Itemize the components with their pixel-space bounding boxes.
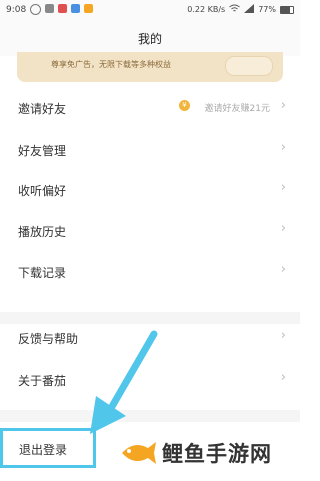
- page-title-bar: 我的: [0, 22, 300, 56]
- menu-item-label: 关于番茄: [18, 374, 67, 388]
- status-app-icons: [30, 4, 93, 15]
- menu-item-label: 邀请好友: [18, 102, 67, 116]
- app-icon: [71, 4, 80, 13]
- invite-reward-text: 邀请好友赚21元: [204, 104, 270, 114]
- status-bar: 9:08 0.22 KB/s 77%: [0, 0, 300, 22]
- coin-icon: ¥: [179, 100, 190, 111]
- menu-item-label: 播放历史: [18, 225, 67, 239]
- chevron-right-icon: ›: [280, 221, 286, 236]
- chevron-right-icon: ›: [280, 328, 286, 343]
- pointer-arrow-icon: [90, 330, 158, 434]
- menu-item-listening-preference[interactable]: 收听偏好 ›: [0, 170, 300, 210]
- vip-banner[interactable]: 尊享免广告，无限下载等多种权益: [17, 52, 283, 82]
- menu-item-download-records[interactable]: 下载记录 ›: [0, 252, 300, 292]
- menu-item-invite-friends[interactable]: 邀请好友 ¥ 邀请好友赚21元 ›: [0, 88, 300, 128]
- vip-banner-button[interactable]: [225, 56, 273, 76]
- chevron-right-icon: ›: [280, 262, 286, 277]
- bluetooth-icon: [45, 4, 54, 13]
- network-speed: 0.22 KB/s: [187, 5, 226, 14]
- battery-level: 77%: [258, 5, 276, 14]
- status-time: 9:08: [6, 5, 27, 15]
- chevron-right-icon: ›: [280, 140, 286, 155]
- menu-item-label: 下载记录: [18, 266, 67, 280]
- menu-item-label: 反馈与帮助: [18, 332, 79, 346]
- signal-icon: [244, 4, 255, 15]
- logout-label: 退出登录: [19, 443, 68, 457]
- menu-item-friend-management[interactable]: 好友管理 ›: [0, 130, 300, 170]
- chevron-right-icon: ›: [280, 98, 286, 113]
- chevron-right-icon: ›: [280, 180, 286, 195]
- wifi-icon: [229, 4, 241, 15]
- notification-icon: [58, 4, 67, 13]
- vip-banner-text: 尊享免广告，无限下载等多种权益: [51, 60, 171, 69]
- fish-logo-icon: [122, 442, 156, 464]
- status-right: 0.22 KB/s 77%: [187, 4, 294, 15]
- watermark-text: 鲤鱼手游网: [162, 442, 272, 466]
- page-title: 我的: [137, 32, 162, 46]
- menu-item-play-history[interactable]: 播放历史 ›: [0, 211, 300, 251]
- alarm-icon: [30, 4, 41, 15]
- battery-icon: [280, 5, 294, 14]
- app-icon-2: [84, 4, 93, 13]
- chevron-right-icon: ›: [280, 370, 286, 385]
- menu-item-label: 收听偏好: [18, 184, 67, 198]
- menu-item-label: 好友管理: [18, 144, 67, 158]
- watermark: 鲤鱼手游网: [112, 430, 300, 478]
